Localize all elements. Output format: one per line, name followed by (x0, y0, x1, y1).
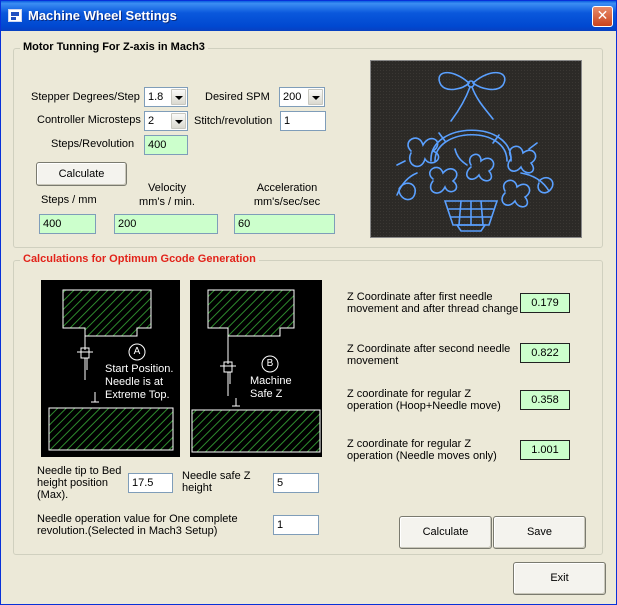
app-window: Machine Wheel Settings ✕ Motor Tunning F… (0, 0, 617, 605)
embroidery-photo (370, 60, 582, 238)
exit-button[interactable]: Exit (513, 562, 606, 595)
steps-mm-field: 400 (39, 214, 96, 234)
steps-revolution-field: 400 (144, 135, 188, 155)
stepper-degrees-label: Stepper Degrees/Step (31, 91, 140, 103)
stitch-revolution-label: Stitch/revolution (194, 115, 273, 127)
result-value-4: 1.001 (520, 440, 570, 460)
controller-microsteps-label: Controller Microsteps (37, 114, 141, 126)
controller-microsteps-select[interactable]: 2 (144, 111, 188, 131)
result-label-4: Z coordinate for regular Z operation (Ne… (347, 438, 497, 462)
diagram-safe-z: B Machine Safe Z (190, 280, 322, 457)
stepper-degrees-select[interactable]: 1.8 (144, 87, 188, 107)
needle-operation-label: Needle operation value for One complete … (37, 513, 238, 537)
needle-safe-z-label: Needle safe Z height (182, 470, 251, 494)
controller-microsteps-value: 2 (148, 115, 155, 127)
app-icon (8, 9, 22, 22)
needle-tip-label: Needle tip to Bed height position (Max). (37, 465, 122, 501)
calculate-gcode-button[interactable]: Calculate (399, 516, 492, 549)
calculate-gcode-label: Calculate (422, 526, 469, 538)
needle-tip-input[interactable]: 17.5 (128, 473, 173, 493)
gcode-calculations-title: Calculations for Optimum Gcode Generatio… (20, 253, 259, 265)
result-value-2: 0.822 (520, 343, 570, 363)
calculate-steps-label: Calculate (58, 168, 105, 180)
result-label-3: Z coordinate for regular Z operation (Ho… (347, 388, 501, 412)
diagram-b-text-2: Safe Z (250, 388, 283, 400)
close-button[interactable]: ✕ (592, 6, 613, 27)
steps-revolution-label: Steps/Revolution (51, 138, 135, 150)
window-title: Machine Wheel Settings (28, 8, 177, 23)
result-value-1: 0.179 (520, 293, 570, 313)
diagram-b-text-1: Machine (250, 375, 292, 387)
desired-spm-label: Desired SPM (205, 91, 270, 103)
diagram-a-text-2: Needle is at (105, 376, 164, 388)
steps-mm-label: Steps / mm (41, 194, 97, 206)
diagram-b-marker: B (266, 358, 274, 369)
calculate-steps-button[interactable]: Calculate (36, 162, 127, 186)
stepper-degrees-value: 1.8 (148, 91, 164, 103)
velocity-label: Velocity (148, 182, 186, 194)
stitch-revolution-input[interactable]: 1 (280, 111, 326, 131)
diagram-a-text-1: Start Position. (105, 363, 174, 375)
needle-safe-z-input[interactable]: 5 (273, 473, 319, 493)
diagram-a-text-3: Extreme Top. (105, 389, 170, 401)
result-label-1: Z Coordinate after first needle movement… (347, 291, 519, 315)
diagram-start-position: A Start Position. Needle is at Extreme T… (41, 280, 180, 457)
motor-tuning-title: Motor Tunning For Z-axis in Mach3 (20, 41, 208, 53)
chevron-down-icon[interactable] (171, 113, 186, 129)
save-button[interactable]: Save (493, 516, 586, 549)
close-icon: ✕ (596, 8, 609, 24)
diagram-a-marker: A (133, 346, 141, 357)
chevron-down-icon[interactable] (171, 89, 186, 105)
velocity-field: 200 (114, 214, 218, 234)
title-bar[interactable]: Machine Wheel Settings ✕ (1, 1, 616, 31)
velocity-unit-label: mm's / min. (139, 196, 195, 208)
chevron-down-icon[interactable] (308, 89, 323, 105)
save-label: Save (526, 526, 553, 538)
exit-label: Exit (550, 572, 569, 584)
needle-operation-input[interactable]: 1 (273, 515, 319, 535)
acceleration-label: Acceleration (256, 182, 318, 194)
desired-spm-select[interactable]: 200 (279, 87, 325, 107)
acceleration-unit-label: mm's/sec/sec (253, 196, 321, 208)
result-value-3: 0.358 (520, 390, 570, 410)
result-label-2: Z Coordinate after second needle movemen… (347, 343, 511, 367)
acceleration-field: 60 (234, 214, 335, 234)
desired-spm-value: 200 (283, 91, 302, 103)
